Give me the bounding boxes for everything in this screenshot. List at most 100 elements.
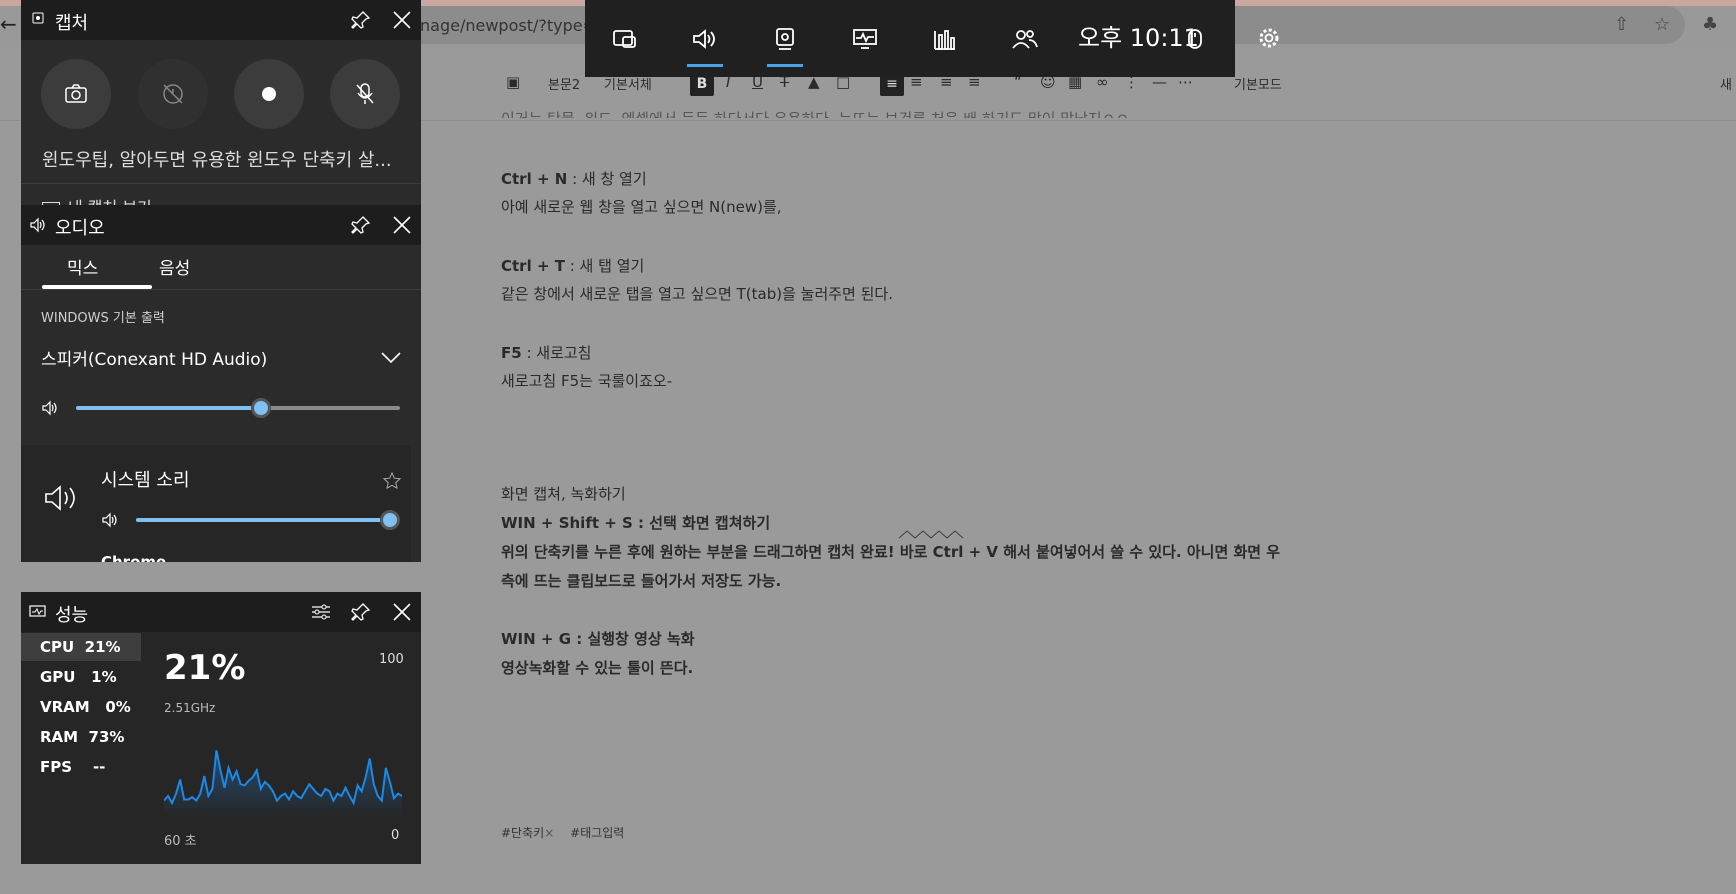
perf-metric-fps[interactable]: FPS -- <box>21 753 141 781</box>
performance-widget-header[interactable]: 성능 <box>21 592 421 632</box>
share-icon[interactable]: ⇧ <box>1614 14 1629 35</box>
perf-metric-vram[interactable]: VRAM 0% <box>21 693 141 721</box>
tag-item[interactable]: #단축키 <box>501 826 544 840</box>
ctrl-n-key: Ctrl + N <box>501 170 568 188</box>
perf-graph-max: 100 <box>379 652 404 667</box>
performance-widget-button[interactable] <box>825 0 905 77</box>
perf-ram-value: 73% <box>88 728 125 746</box>
record-last-button[interactable] <box>138 59 208 129</box>
tag-remove-button[interactable]: × <box>544 826 554 840</box>
perf-graph-window: 60 초 <box>164 834 197 849</box>
section-title: 화면 캡쳐, 녹화하기 <box>501 485 626 503</box>
widget-menu-button[interactable] <box>585 0 665 77</box>
screenshot-button[interactable] <box>41 59 111 129</box>
performance-icon <box>853 28 877 49</box>
recent-capture-title[interactable]: 윈도우팁, 알아두면 유용한 윈도우 단축키 살... <box>42 146 392 172</box>
ctrl-t-body: 같은 창에서 새로운 탭을 열고 싶으면 T(tab)을 눌러주면 된다. <box>501 285 893 303</box>
close-icon[interactable] <box>391 9 413 31</box>
master-volume-thumb[interactable] <box>250 398 271 418</box>
favorite-star-icon[interactable] <box>383 472 401 490</box>
editor-mode-select[interactable]: 기본모드 <box>1234 74 1282 93</box>
gear-icon <box>1259 28 1279 48</box>
f5-heading: F5 : 새로고침 <box>501 342 591 363</box>
gamebar-toolbar: 오후 10:11 <box>585 0 1235 77</box>
address-bar-url[interactable]: nage/newpost/?type= <box>420 16 596 35</box>
system-volume-thumb[interactable] <box>380 510 400 530</box>
volume-icon <box>42 400 57 416</box>
mic-off-icon <box>356 83 374 104</box>
output-device-select[interactable]: 스피커(Conexant HD Audio) <box>41 345 267 370</box>
tag-input[interactable]: #태그입력 <box>570 826 624 840</box>
capture-widget: 캡처 윈도우팁, 알아두면 유용한 윈도우 단축키 살... 내 캡처 보기 <box>21 0 421 217</box>
social-widget-button[interactable] <box>985 0 1065 77</box>
ctrl-t-desc: : 새 탭 열기 <box>564 257 645 275</box>
paragraph-style-select[interactable]: 본문2 <box>548 74 580 93</box>
capture-para-text-b: 해서 붙여넣어서 쓸 수 있다. 아니면 화면 우 <box>998 543 1281 561</box>
perf-vram-value: 0% <box>105 698 131 716</box>
audio-widget-button[interactable] <box>665 0 745 77</box>
perf-vram-name: VRAM <box>40 698 90 716</box>
ctrl-n-desc: : 새 창 열기 <box>567 170 647 188</box>
audio-widget-title: 오디오 <box>55 218 105 239</box>
perf-metric-cpu[interactable]: CPU 21% <box>21 633 141 661</box>
perf-graph-area <box>164 750 402 817</box>
resources-icon <box>934 29 955 50</box>
capture-para-text-a: 위의 단축키를 누른 후에 원하는 부분을 드래그하면 캡처 완료! 바로 <box>501 543 933 561</box>
capture-widget-title: 캡처 <box>55 13 89 34</box>
mouse-button[interactable] <box>1175 0 1215 77</box>
mic-toggle-button[interactable] <box>330 59 400 129</box>
capture-widget-header[interactable]: 캡처 <box>21 0 421 40</box>
perf-metric-gpu[interactable]: GPU 1% <box>21 663 141 691</box>
perf-ram-name: RAM <box>40 728 79 746</box>
capture-widget-button[interactable] <box>745 0 825 77</box>
ctrl-n-heading: Ctrl + N : 새 창 열기 <box>501 168 647 189</box>
capture-icon <box>776 27 794 50</box>
perf-metric-ram[interactable]: RAM 73% <box>21 723 141 751</box>
chevron-down-icon[interactable] <box>380 350 402 364</box>
social-icon <box>1012 29 1038 49</box>
star-icon[interactable]: ☆ <box>1654 14 1670 35</box>
capture-paragraph-2: 측에 뜨는 클립보드로 들어가서 저장도 가능. <box>501 572 782 590</box>
tab-mix[interactable]: 믹스 <box>67 254 98 279</box>
options-sliders-icon[interactable] <box>311 603 331 621</box>
speaker-icon <box>30 217 45 233</box>
audio-icon <box>693 28 715 49</box>
perf-metric-cpu-label: CPU 21% <box>40 638 121 656</box>
audio-widget-header[interactable]: 오디오 <box>21 205 421 245</box>
back-arrow-icon[interactable]: ← <box>0 12 17 36</box>
win-g-heading: WIN + G : 실행창 영상 녹화 <box>501 628 695 649</box>
capture-divider <box>21 183 421 184</box>
image-insert-icon[interactable]: ▣ <box>506 73 520 91</box>
default-output-label: WINDOWS 기본 출력 <box>41 311 165 326</box>
system-volume-icon <box>102 512 117 528</box>
capture-widget-icon <box>32 12 44 24</box>
pin-icon[interactable] <box>351 10 371 30</box>
perf-fps-name: FPS <box>40 758 73 776</box>
close-icon[interactable] <box>391 214 413 236</box>
puzzle-icon[interactable]: ♣ <box>1702 14 1718 35</box>
pin-icon[interactable] <box>351 602 371 622</box>
ctrl-n-body: 아예 새로운 웹 창을 열고 싶으면 N(new)를, <box>501 198 782 216</box>
performance-widget-icon <box>29 605 46 617</box>
perf-cpu-value: 21% <box>84 638 121 656</box>
performance-widget-title: 성능 <box>55 605 89 626</box>
record-last-icon <box>163 84 183 104</box>
audio-tab-divider <box>21 289 421 290</box>
win-g-desc: 실행창 영상 녹화 <box>587 630 695 648</box>
start-recording-button[interactable] <box>234 59 304 129</box>
tag-list: #단축키× #태그입력 <box>501 824 624 841</box>
settings-button[interactable] <box>1257 26 1281 54</box>
capture-paragraph-1: 위의 단축키를 누른 후에 원하는 부분을 드래그하면 캡처 완료! 바로 Ct… <box>501 541 1280 562</box>
win-shift-s-heading: WIN + Shift + S : 선택 화면 캡쳐하기 <box>501 514 771 532</box>
camera-icon <box>65 84 87 103</box>
resources-widget-button[interactable] <box>905 0 985 77</box>
system-sounds-label: 시스템 소리 <box>101 470 190 491</box>
system-sounds-panel <box>21 445 411 562</box>
tab-voice[interactable]: 음성 <box>159 254 190 279</box>
close-icon[interactable] <box>391 601 413 623</box>
win-g-key: WIN + G : <box>501 630 588 648</box>
perf-fps-value: -- <box>92 758 106 776</box>
article-cut-line: 이거는 탁물, 워드, 엑셀에서 등등 하다서다 유용하다. 눈뜨는 보건록 처… <box>501 108 1129 118</box>
perf-gpu-name: GPU <box>40 668 76 686</box>
pin-icon[interactable] <box>351 215 371 235</box>
